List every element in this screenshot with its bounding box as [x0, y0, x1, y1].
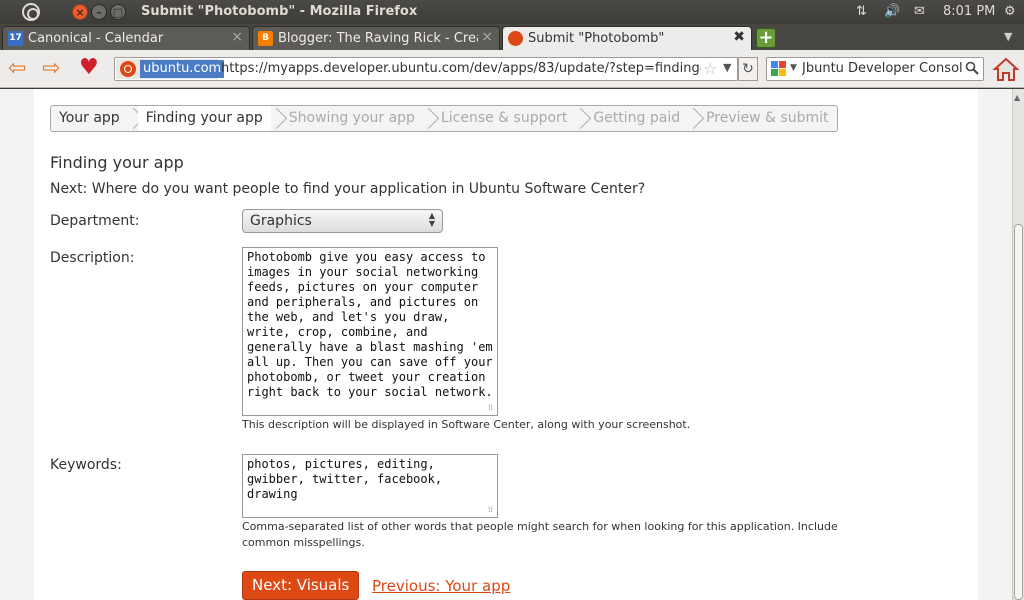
close-window-button[interactable]: × [72, 4, 88, 20]
step-separator [423, 106, 433, 131]
site-identity-button[interactable]: ubuntu.com [116, 59, 225, 79]
step-separator [688, 106, 698, 131]
step-license-support: License & support [440, 110, 568, 126]
description-textarea[interactable]: Photobomb give you easy access to images… [242, 247, 498, 416]
resize-grip-icon[interactable]: ⁞⁞ [488, 403, 493, 412]
page-title: Finding your app [50, 153, 184, 172]
minimize-window-button[interactable]: – [91, 4, 107, 20]
page-content: Your app Finding your app Showing your a… [34, 89, 978, 600]
power-gear-icon[interactable]: ⚙ [1004, 4, 1016, 19]
identity-domain: ubuntu.com [140, 60, 225, 78]
search-engine-chevron-icon[interactable]: ▼ [790, 63, 797, 73]
step-getting-paid: Getting paid [593, 110, 681, 126]
next-visuals-button[interactable]: Next: Visuals [242, 571, 360, 600]
description-label: Description: [50, 250, 135, 266]
window-titlebar: × – □ Submit "Photobomb" - Mozilla Firef… [0, 0, 1024, 24]
keywords-textarea[interactable]: photos, pictures, editing, gwibber, twit… [242, 454, 498, 518]
scrollbar-thumb[interactable] [1014, 224, 1023, 600]
tab-blogger[interactable]: B Blogger: The Raving Rick - Crea... × [252, 26, 500, 50]
search-engine-icon[interactable] [771, 61, 787, 77]
back-arrow-icon[interactable]: ⇦ [8, 58, 26, 80]
tab-label: Blogger: The Raving Rick - Crea... [278, 31, 478, 46]
page-subtitle: Next: Where do you want people to find y… [50, 181, 646, 197]
home-icon[interactable] [992, 55, 1020, 83]
search-input[interactable]: Jbuntu Developer Console [802, 61, 962, 76]
volume-icon[interactable]: 🔊 [884, 4, 900, 19]
resize-grip-icon[interactable]: ⁞⁞ [488, 505, 493, 514]
url-bar[interactable]: ubuntu.com https://myapps.developer.ubun… [114, 57, 738, 81]
ubuntu-logo-icon[interactable] [22, 3, 40, 21]
search-icon[interactable] [965, 61, 979, 75]
description-help-text: This description will be displayed in So… [242, 418, 691, 431]
step-separator [575, 106, 585, 131]
url-history-chevron-icon[interactable]: ▼ [723, 61, 731, 74]
mail-icon[interactable]: ✉ [914, 4, 925, 19]
ubuntu-site-icon [120, 61, 136, 77]
keywords-help-text: Comma-separated list of other words that… [242, 520, 838, 549]
department-selected-value: Graphics [250, 213, 312, 229]
tab-label: Submit "Photobomb" [528, 31, 665, 46]
keywords-label: Keywords: [50, 457, 122, 473]
step-separator [271, 106, 281, 131]
maximize-window-button[interactable]: □ [110, 4, 126, 20]
scroll-up-icon[interactable]: ▲ [1014, 93, 1020, 102]
url-text[interactable]: https://myapps.developer.ubuntu.com/dev/… [221, 61, 701, 76]
department-select[interactable]: Graphics ▲ ▼ [242, 209, 443, 233]
forward-arrow-icon[interactable]: ⇨ [42, 58, 60, 80]
step-preview-submit: Preview & submit [706, 110, 829, 126]
new-tab-button[interactable]: + [756, 28, 776, 48]
network-arrows-icon[interactable]: ⇅ [856, 4, 867, 19]
tab-close-icon[interactable]: × [481, 29, 493, 45]
tab-submit-photobomb[interactable]: Submit "Photobomb" ✖ [502, 26, 752, 50]
calendar-icon: 17 [8, 31, 23, 46]
blogger-icon: B [258, 31, 273, 46]
tab-close-icon[interactable]: ✖ [733, 29, 745, 45]
window-title: Submit "Photobomb" - Mozilla Firefox [141, 4, 418, 19]
tab-bar: 17 Canonical - Calendar × B Blogger: The… [0, 24, 1024, 50]
step-finding-your-app[interactable]: Finding your app [137, 106, 271, 131]
select-arrows-icon: ▲ ▼ [428, 211, 435, 228]
progress-steps: Your app Finding your app Showing your a… [50, 105, 838, 132]
tab-list-chevron-icon[interactable]: ▼ [1004, 30, 1012, 43]
step-your-app[interactable]: Your app [51, 106, 128, 131]
tab-close-icon[interactable]: × [231, 29, 243, 45]
tab-label: Canonical - Calendar [28, 31, 164, 46]
search-bar[interactable]: ▼ Jbuntu Developer Console [766, 57, 984, 81]
vertical-scrollbar[interactable]: ▲ [1012, 89, 1024, 600]
step-showing-your-app: Showing your app [288, 110, 415, 126]
reload-button[interactable]: ↻ [738, 57, 758, 81]
step-separator [128, 106, 138, 131]
page-viewport: Your app Finding your app Showing your a… [0, 89, 1012, 600]
bookmark-star-icon[interactable]: ☆ [703, 59, 717, 78]
clock[interactable]: 8:01 PM [943, 4, 995, 19]
previous-your-app-link[interactable]: Previous: Your app [372, 577, 510, 595]
heart-bookmark-icon[interactable]: ♥ [79, 57, 99, 79]
ubuntu-favicon-icon [508, 31, 523, 46]
department-label: Department: [50, 213, 140, 229]
tab-canonical-calendar[interactable]: 17 Canonical - Calendar × [2, 26, 250, 50]
